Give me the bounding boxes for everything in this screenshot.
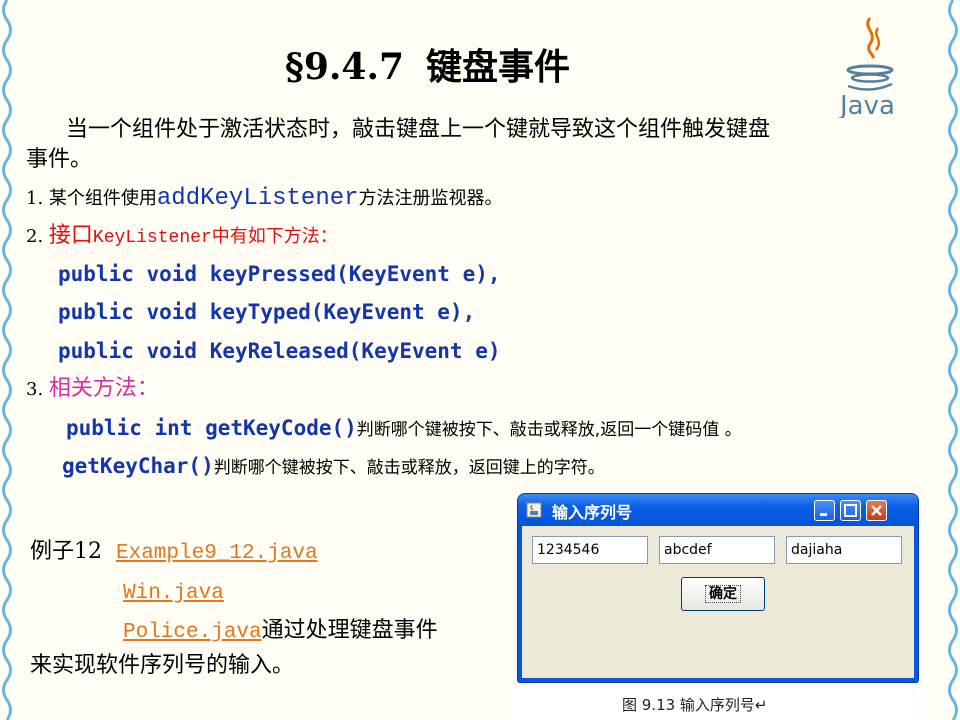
serial-field-1[interactable]: 1234546	[532, 536, 648, 564]
method-key-released: public void KeyReleased(KeyEvent e)	[58, 339, 501, 363]
window-title-bar[interactable]: 输入序列号	[518, 494, 918, 526]
item-2-label-b: 中有如下方法：	[211, 226, 338, 247]
link-example9-12[interactable]: Example9_12.java	[116, 542, 318, 565]
maximize-icon	[844, 504, 857, 517]
window-title: 输入序列号	[552, 503, 633, 522]
method-key-pressed: public void keyPressed(KeyEvent e),	[58, 262, 501, 286]
example-label: 例子12	[30, 539, 102, 564]
decorative-border-left	[2, 0, 12, 720]
item-1-prefix: 1. 某个组件使用	[26, 188, 157, 209]
item-3: 3. 相关方法：	[26, 375, 159, 404]
item-2-label-a: 接口	[48, 223, 93, 248]
serial-field-3[interactable]: dajiaha	[786, 536, 902, 564]
confirm-button-label: 确定	[705, 585, 741, 603]
get-key-char-desc: 判断哪个键被按下、敲击或释放，返回键上的字符。	[213, 458, 605, 478]
decorative-border-right	[948, 0, 958, 720]
slide-title: §9.4.7 键盘事件	[285, 38, 570, 90]
window-client-area: 1234546 abcdef dajiaha 确定	[522, 526, 914, 678]
get-key-code-signature: public int getKeyCode()	[66, 416, 357, 440]
intro-line-2: 事件。	[26, 147, 93, 172]
link-police-java[interactable]: Police.java	[123, 621, 262, 644]
section-number: §9.4.7	[285, 46, 405, 88]
method-key-typed: public void keyTyped(KeyEvent e),	[58, 300, 476, 324]
item-2-code: KeyListener	[92, 228, 212, 248]
item-3-label: 相关方法：	[48, 376, 159, 401]
get-key-code-desc: 判断哪个键被按下、敲击或释放,返回一个键码值 。	[356, 420, 742, 440]
example-line-2: Win.java	[123, 578, 224, 608]
get-key-char-signature: getKeyChar()	[62, 454, 214, 478]
close-button[interactable]	[866, 500, 887, 521]
minimize-icon	[820, 513, 827, 516]
intro-line-1: 当一个组件处于激活状态时，敲击键盘上一个键就导致这个组件触发键盘	[66, 117, 771, 142]
maximize-button[interactable]	[840, 500, 861, 521]
java-app-icon	[526, 502, 542, 518]
serial-field-2[interactable]: abcdef	[659, 536, 775, 564]
example-line-3-suffix: 通过处理键盘事件	[261, 618, 438, 643]
get-key-char-line: getKeyChar()判断哪个键被按下、敲击或释放，返回键上的字符。	[62, 452, 605, 482]
confirm-button[interactable]: 确定	[681, 577, 765, 611]
minimize-button[interactable]	[814, 500, 835, 521]
serial-input-window: 输入序列号 1234546 abcdef dajiaha 确定	[518, 494, 918, 682]
item-3-prefix: 3.	[26, 379, 49, 400]
get-key-code-line: public int getKeyCode()判断哪个键被按下、敲击或释放,返回…	[66, 414, 742, 444]
title-text: 键盘事件	[426, 46, 571, 88]
item-2-prefix: 2.	[26, 226, 49, 247]
item-2: 2. 接口KeyListener中有如下方法：	[26, 222, 338, 252]
item-1-code: addKeyListener	[156, 185, 359, 212]
close-icon	[871, 505, 882, 516]
example-tail: 来实现软件序列号的输入。	[30, 653, 295, 678]
java-logo-text: Java	[838, 91, 895, 118]
figure-caption: 图 9.13 输入序列号↵	[622, 696, 768, 714]
example-line-1: 例子12 Example9_12.java	[30, 538, 318, 568]
example-line-3: Police.java通过处理键盘事件	[123, 617, 438, 647]
link-win-java[interactable]: Win.java	[123, 582, 224, 605]
item-1: 1. 某个组件使用addKeyListener方法注册监视器。	[26, 184, 503, 213]
java-logo-icon: Java	[838, 17, 895, 118]
item-1-suffix: 方法注册监视器。	[358, 188, 503, 209]
